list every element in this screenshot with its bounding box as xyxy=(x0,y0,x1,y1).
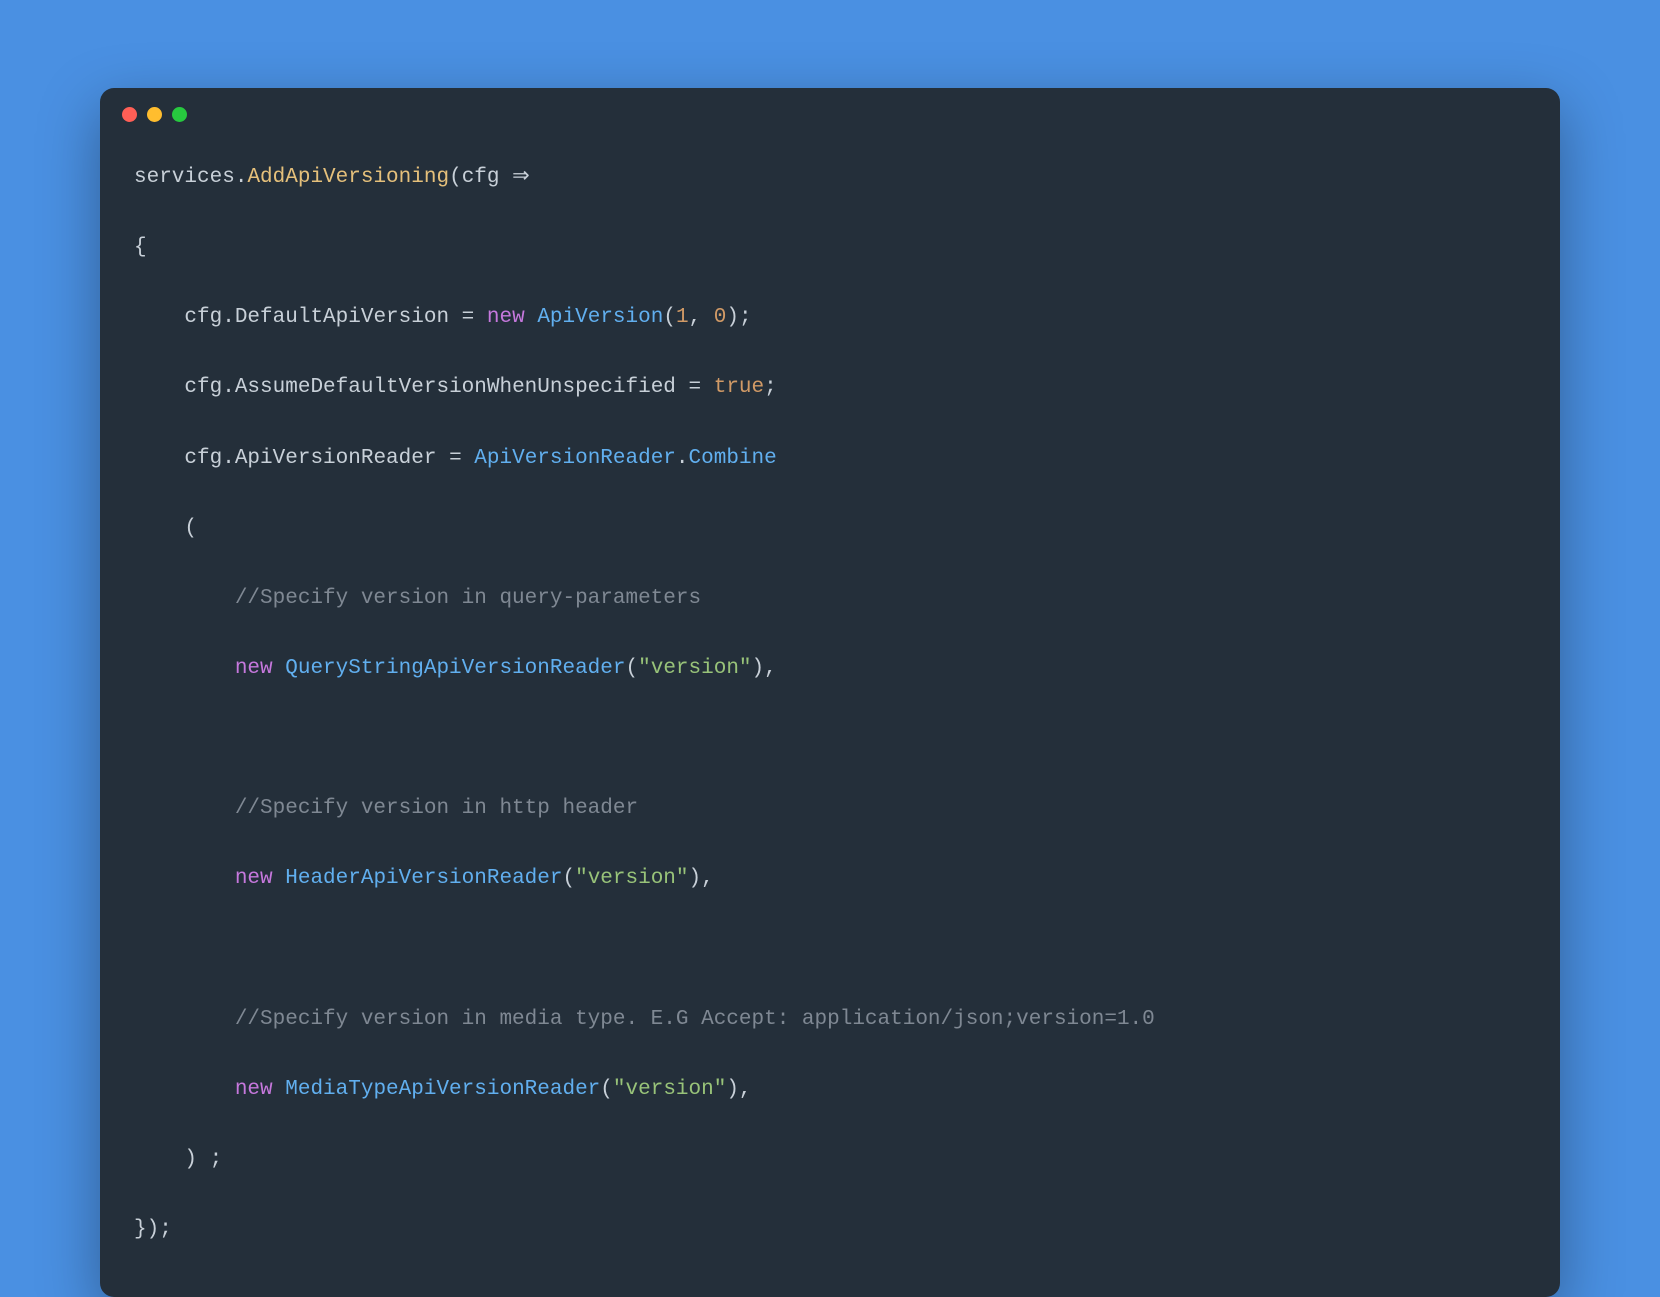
code-token: = xyxy=(676,376,714,399)
code-line: //Specify version in media type. E.G Acc… xyxy=(134,1002,1526,1037)
code-token xyxy=(273,657,286,680)
code-token: ) ; xyxy=(184,1148,222,1171)
code-token: QueryStringApiVersionReader xyxy=(285,657,625,680)
code-token: . xyxy=(222,376,235,399)
code-token: new xyxy=(235,1078,273,1101)
code-line: }); xyxy=(134,1212,1526,1247)
code-token: cfg xyxy=(184,306,222,329)
code-token: new xyxy=(235,657,273,680)
code-line: new QueryStringApiVersionReader("version… xyxy=(134,651,1526,686)
code-token: . xyxy=(235,166,248,189)
code-token: ( xyxy=(600,1078,613,1101)
code-token: "version" xyxy=(613,1078,726,1101)
code-comment: //Specify version in query-parameters xyxy=(235,587,701,610)
code-window: services.AddApiVersioning(cfg ⇒ { cfg.De… xyxy=(100,88,1560,1297)
code-line: new HeaderApiVersionReader("version"), xyxy=(134,861,1526,896)
code-line xyxy=(134,721,1526,756)
code-token: AddApiVersioning xyxy=(247,166,449,189)
code-token: ApiVersionReader xyxy=(235,447,437,470)
code-token xyxy=(273,1078,286,1101)
code-token: }); xyxy=(134,1218,172,1241)
code-token xyxy=(273,867,286,890)
code-token: . xyxy=(222,447,235,470)
code-comment: //Specify version in http header xyxy=(235,797,638,820)
code-line: ) ; xyxy=(134,1142,1526,1177)
code-token: ( xyxy=(562,867,575,890)
code-token: "version" xyxy=(638,657,751,680)
window-titlebar xyxy=(100,88,1560,140)
code-token: ( xyxy=(626,657,639,680)
code-token: "version" xyxy=(575,867,688,890)
code-token: DefaultApiVersion xyxy=(235,306,449,329)
code-line: cfg.ApiVersionReader = ApiVersionReader.… xyxy=(134,441,1526,476)
code-block: services.AddApiVersioning(cfg ⇒ { cfg.De… xyxy=(100,140,1560,1297)
code-token: 0 xyxy=(714,306,727,329)
code-token xyxy=(525,306,538,329)
code-token: ), xyxy=(689,867,714,890)
code-token: ( xyxy=(184,517,197,540)
code-token: ( xyxy=(449,166,462,189)
code-line: cfg.DefaultApiVersion = new ApiVersion(1… xyxy=(134,300,1526,335)
code-token: cfg xyxy=(462,166,500,189)
code-token: new xyxy=(235,867,273,890)
code-token: cfg xyxy=(184,376,222,399)
code-token: 1 xyxy=(676,306,689,329)
code-token: ApiVersion xyxy=(537,306,663,329)
code-line: { xyxy=(134,230,1526,265)
code-comment: //Specify version in media type. E.G Acc… xyxy=(235,1008,1155,1031)
minimize-icon[interactable] xyxy=(147,107,162,122)
code-token: services xyxy=(134,166,235,189)
code-token: = xyxy=(449,306,487,329)
code-line: cfg.AssumeDefaultVersionWhenUnspecified … xyxy=(134,370,1526,405)
code-token: new xyxy=(487,306,525,329)
code-token: . xyxy=(222,306,235,329)
code-line: //Specify version in http header xyxy=(134,791,1526,826)
code-token: ApiVersionReader xyxy=(474,447,676,470)
code-line: services.AddApiVersioning(cfg ⇒ xyxy=(134,160,1526,195)
code-line: //Specify version in query-parameters xyxy=(134,581,1526,616)
code-token: true xyxy=(714,376,764,399)
code-line: ( xyxy=(134,511,1526,546)
code-line: new MediaTypeApiVersionReader("version")… xyxy=(134,1072,1526,1107)
code-token: ), xyxy=(726,1078,751,1101)
code-token: Combine xyxy=(689,447,777,470)
code-token: MediaTypeApiVersionReader xyxy=(285,1078,600,1101)
code-token: AssumeDefaultVersionWhenUnspecified xyxy=(235,376,676,399)
code-token: { xyxy=(134,236,147,259)
code-token: . xyxy=(676,447,689,470)
close-icon[interactable] xyxy=(122,107,137,122)
code-token: ); xyxy=(726,306,751,329)
code-token: HeaderApiVersionReader xyxy=(285,867,562,890)
code-token: ⇒ xyxy=(500,166,530,189)
code-token: = xyxy=(436,447,474,470)
code-token: ), xyxy=(752,657,777,680)
code-token: ; xyxy=(764,376,777,399)
maximize-icon[interactable] xyxy=(172,107,187,122)
code-token: ( xyxy=(663,306,676,329)
code-token: cfg xyxy=(184,447,222,470)
code-line xyxy=(134,931,1526,966)
code-token: , xyxy=(689,306,714,329)
